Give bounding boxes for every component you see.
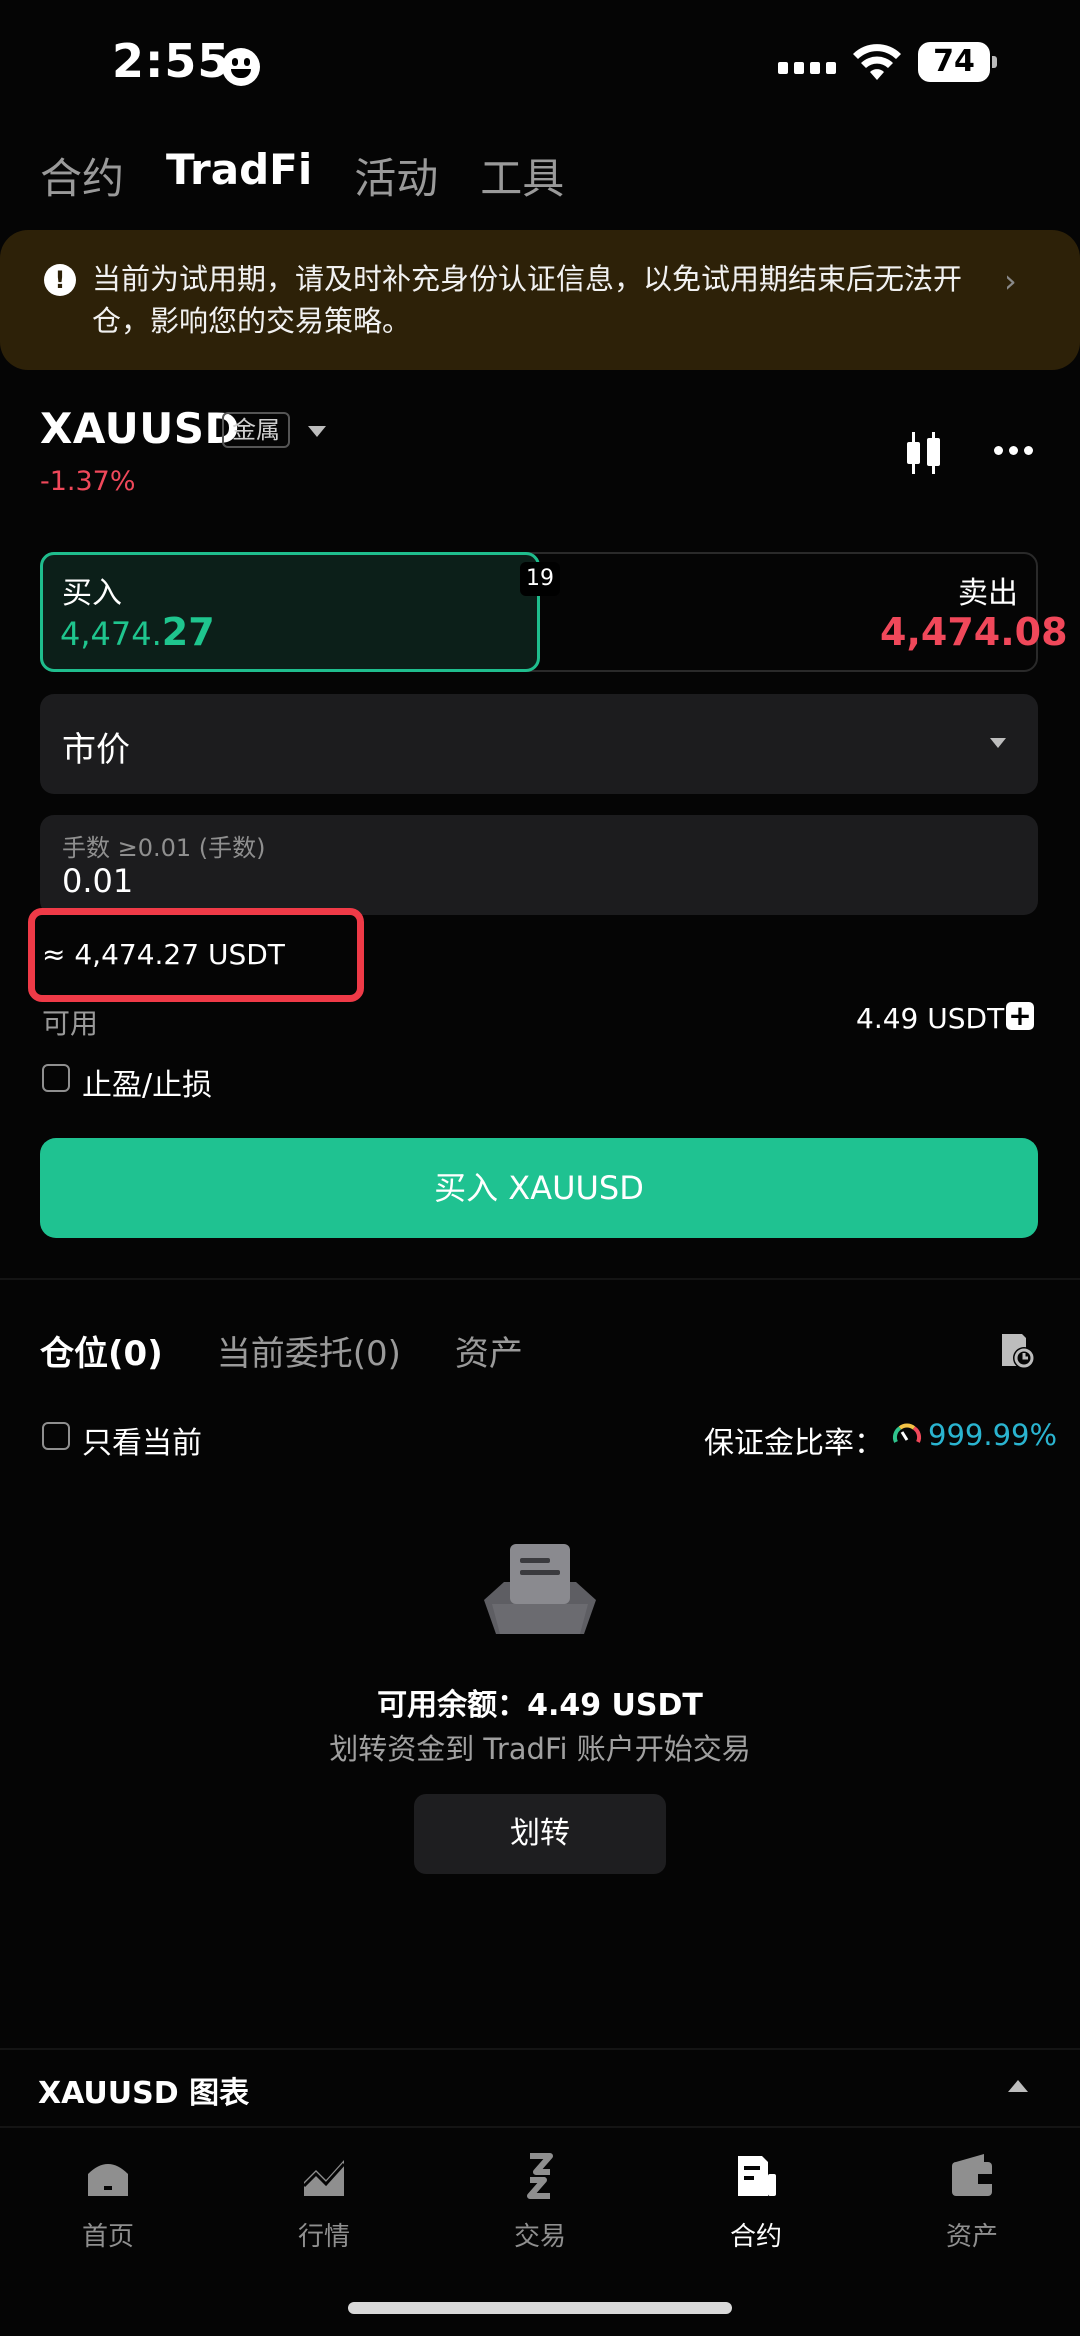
- buy-price-tail: 27: [161, 610, 215, 654]
- wifi-icon: [853, 44, 901, 80]
- market-icon: [302, 2160, 346, 2196]
- nav-label: 交易: [513, 2222, 566, 2252]
- tab-open-orders[interactable]: 当前委托(0): [217, 1326, 401, 1375]
- spread-badge: 19: [520, 562, 560, 596]
- divider: [0, 2048, 1080, 2050]
- nav-market[interactable]: 行情: [216, 2152, 432, 2253]
- nav-label: 资产: [945, 2222, 998, 2252]
- tab-positions[interactable]: 仓位(0): [40, 1326, 163, 1375]
- history-icon[interactable]: [996, 1330, 1036, 1370]
- quantity-placeholder: 手数 ≥0.01 (手数): [62, 834, 266, 862]
- tab-futures[interactable]: 合约: [40, 145, 124, 206]
- divider: [0, 1278, 1080, 1280]
- add-funds-icon[interactable]: +: [1006, 1002, 1034, 1030]
- available-label: 可用: [42, 1007, 99, 1040]
- transfer-hint: 划转资金到 TradFi 账户开始交易: [329, 1732, 751, 1766]
- battery-nub: [992, 56, 997, 68]
- home-indicator[interactable]: [348, 2302, 732, 2314]
- banner-text: 当前为试用期，请及时补充身份认证信息，以免试用期结束后无法开仓，影响您的交易策略…: [92, 262, 963, 338]
- chart-toggle-title[interactable]: XAUUSD 图表: [38, 2068, 249, 2112]
- order-type-select[interactable]: [40, 694, 1038, 794]
- buy-button[interactable]: 买入 XAUUSD: [40, 1138, 1038, 1238]
- sell-label[interactable]: 卖出: [958, 568, 1018, 612]
- tab-tools[interactable]: 工具: [480, 145, 564, 206]
- chevron-up-icon[interactable]: [1008, 2080, 1028, 2092]
- nav-label: 行情: [297, 2222, 350, 2252]
- nav-label: 合约: [729, 2222, 782, 2252]
- tp-sl-checkbox[interactable]: [42, 1064, 70, 1092]
- status-time: 2:55: [112, 34, 231, 88]
- nav-assets[interactable]: 资产: [864, 2152, 1080, 2253]
- price-change: -1.37%: [40, 466, 136, 497]
- empty-document-icon: [484, 1544, 596, 1634]
- symbol-dropdown-icon[interactable]: [308, 426, 326, 437]
- smiley-icon: [222, 48, 260, 86]
- nav-futures[interactable]: 合约: [648, 2152, 864, 2253]
- nav-trade[interactable]: 交易: [432, 2152, 648, 2253]
- buy-price-main: 4,474.: [60, 615, 162, 653]
- only-current-label[interactable]: 只看当前: [82, 1418, 202, 1462]
- buy-price: 4,474.27: [60, 610, 215, 654]
- gauge-icon: [892, 1423, 922, 1443]
- tab-events[interactable]: 活动: [354, 145, 438, 206]
- more-options-icon[interactable]: [994, 446, 1033, 455]
- category-tag: 金属: [222, 412, 290, 448]
- buy-label: 买入: [62, 576, 122, 611]
- trade-icon: [527, 2153, 553, 2199]
- instrument-symbol[interactable]: XAUUSD: [40, 404, 240, 453]
- futures-icon: [738, 2156, 776, 2196]
- order-type-value: 市价: [62, 730, 130, 770]
- battery-icon: 74: [918, 42, 990, 82]
- chevron-right-icon[interactable]: ›: [1004, 262, 1017, 300]
- wallet-icon: [952, 2154, 992, 2196]
- position-tabs: 仓位(0) 当前委托(0) 资产: [40, 1326, 523, 1375]
- tp-sl-label[interactable]: 止盈/止损: [82, 1060, 212, 1104]
- available-value: 4.49 USDT: [856, 1002, 1005, 1035]
- margin-ratio-label: 保证金比率：: [704, 1426, 884, 1461]
- chevron-down-icon: [990, 738, 1006, 748]
- sell-price[interactable]: 4,474.08: [880, 610, 1068, 654]
- nav-label: 首页: [81, 2222, 134, 2252]
- divider: [0, 2126, 1080, 2128]
- margin-ratio-value: 999.99%: [928, 1418, 1058, 1452]
- home-icon: [88, 2164, 128, 2196]
- highlight-box: [28, 908, 364, 1002]
- tab-assets[interactable]: 资产: [455, 1326, 523, 1375]
- nav-home[interactable]: 首页: [0, 2152, 216, 2253]
- cellular-signal-icon: [778, 62, 836, 74]
- alert-icon: !: [44, 264, 76, 296]
- available-balance: 可用余额：4.49 USDT: [377, 1688, 703, 1723]
- tab-tradfi[interactable]: TradFi: [166, 145, 312, 206]
- transfer-button[interactable]: 划转: [414, 1794, 666, 1874]
- only-current-checkbox[interactable]: [42, 1422, 70, 1450]
- top-tabs: 合约 TradFi 活动 工具: [40, 145, 564, 206]
- quantity-value[interactable]: 0.01: [62, 862, 133, 900]
- candlestick-chart-icon[interactable]: [904, 430, 944, 476]
